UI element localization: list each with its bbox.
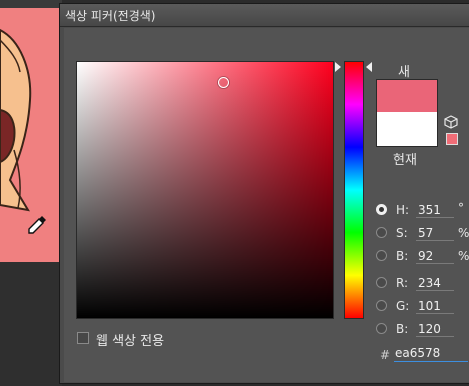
- brightness-label: B:: [396, 249, 409, 263]
- radio-blue[interactable]: [376, 323, 387, 334]
- color-field-picker-circle[interactable]: [217, 77, 229, 89]
- saturation-label: S:: [396, 226, 408, 240]
- green-input[interactable]: [416, 298, 454, 314]
- brightness-unit: %: [458, 249, 469, 263]
- canvas-lower-area: [0, 262, 62, 386]
- hue-slider[interactable]: [344, 61, 364, 319]
- web-colors-checkbox[interactable]: [77, 332, 89, 344]
- web-colors-label: 웹 색상 전용: [96, 334, 165, 349]
- cube-icon[interactable]: [444, 115, 458, 129]
- eyedropper-icon: [28, 216, 46, 234]
- red-label: R:: [396, 276, 409, 290]
- radio-green[interactable]: [376, 300, 387, 311]
- saturation-unit: %: [458, 226, 469, 240]
- hue-input[interactable]: [416, 202, 454, 218]
- current-color-swatch[interactable]: [376, 112, 438, 147]
- radio-hue[interactable]: [376, 204, 387, 215]
- hue-slider-left-arrow[interactable]: [335, 62, 341, 73]
- current-color-label: 현재: [393, 153, 417, 168]
- dialog-title: 색상 피커(전경색): [65, 9, 156, 23]
- dialog-titlebar[interactable]: 색상 피커(전경색): [60, 4, 469, 27]
- hue-label: H:: [396, 203, 410, 217]
- saturation-input[interactable]: [416, 225, 454, 241]
- hex-input[interactable]: [394, 345, 468, 362]
- color-field[interactable]: [76, 61, 334, 319]
- new-color-swatch: [376, 79, 438, 113]
- hex-hash-label: #: [380, 348, 391, 362]
- new-color-label: 새: [398, 65, 410, 80]
- radio-brightness[interactable]: [376, 250, 387, 261]
- hue-unit: °: [458, 201, 464, 215]
- blue-label: B:: [396, 322, 409, 336]
- hue-slider-right-arrow[interactable]: [366, 62, 372, 73]
- red-input[interactable]: [416, 275, 454, 291]
- brightness-input[interactable]: [416, 248, 454, 264]
- radio-red[interactable]: [376, 277, 387, 288]
- blue-input[interactable]: [416, 321, 454, 337]
- websafe-color-swatch[interactable]: [446, 133, 458, 145]
- radio-saturation[interactable]: [376, 227, 387, 238]
- green-label: G:: [396, 299, 410, 313]
